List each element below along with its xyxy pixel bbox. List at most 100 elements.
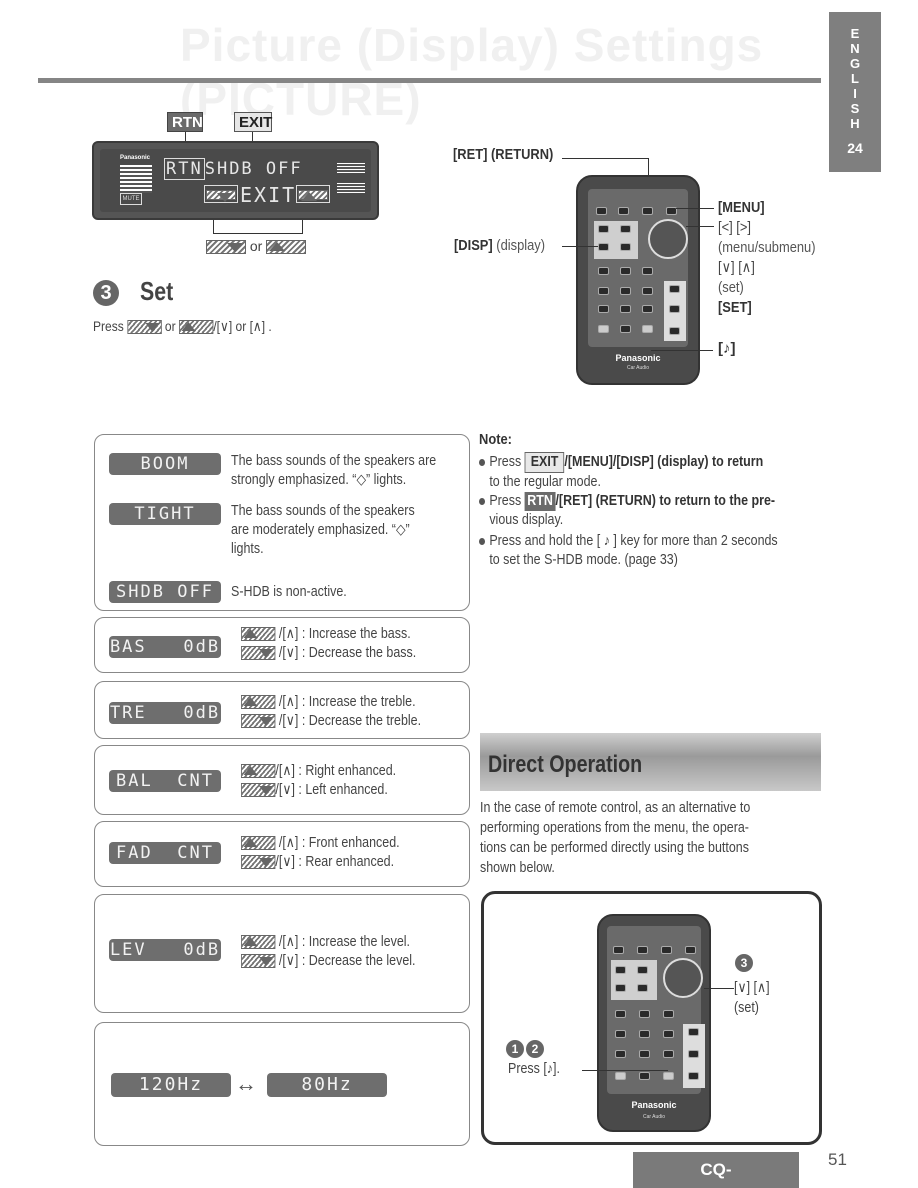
remote-note-key[interactable]: [663, 1072, 674, 1080]
remote-vol-up[interactable]: [669, 285, 680, 293]
callout-line: [562, 246, 598, 247]
remote-key-8[interactable]: [620, 305, 631, 313]
note-item: Press RTN/[RET] (RETURN) to return to th…: [479, 492, 775, 530]
display-120hz: 120Hz: [111, 1073, 231, 1097]
boom-description: The bass sounds of the speakers are stro…: [231, 452, 436, 490]
remote-key-9[interactable]: [663, 1050, 674, 1058]
lcd-exit[interactable]: EXIT: [240, 183, 296, 207]
remote-button[interactable]: [618, 207, 629, 215]
rtn-tag: RTN: [524, 492, 556, 511]
step12-callout: Press [♪].: [508, 1061, 560, 1077]
remote-key-2[interactable]: [620, 267, 631, 275]
treble-down-text: /[∨] : Decrease the treble.: [278, 713, 422, 729]
remote-key-0[interactable]: [639, 1072, 650, 1080]
up-hatch-icon: [241, 627, 276, 642]
remote-key-4[interactable]: [598, 287, 609, 295]
remote-joystick[interactable]: [648, 219, 688, 259]
desc-line: strongly emphasized. “◇” lights.: [231, 472, 407, 488]
remote-button[interactable]: [596, 207, 607, 215]
language-letter: H: [850, 116, 860, 131]
display-level: LEV 0dB: [109, 939, 221, 961]
remote-key-7[interactable]: [615, 1050, 626, 1058]
remote-key-5[interactable]: [639, 1030, 650, 1038]
body-line: shown below.: [480, 860, 555, 876]
remote-key-6[interactable]: [642, 287, 653, 295]
desc-line: The bass sounds of the speakers: [231, 503, 415, 519]
remote-button[interactable]: [669, 327, 680, 335]
direct-operation-body: In the case of remote control, as an alt…: [480, 798, 750, 878]
page-title-ghost: Picture (Display) Settings (PICTURE): [180, 19, 764, 125]
remote-key-6[interactable]: [663, 1030, 674, 1038]
crossover-panel: 120Hz ↔ 80Hz: [94, 1022, 470, 1146]
remote-button[interactable]: [661, 946, 672, 954]
language-letter: I: [853, 86, 857, 101]
remote-note-key[interactable]: [642, 325, 653, 333]
bullet-icon: [479, 537, 486, 545]
remote-key-c[interactable]: [598, 325, 609, 333]
callout-line: [686, 226, 714, 227]
remote-button[interactable]: [620, 243, 631, 251]
level-down-text: /[∨] : Decrease the level.: [278, 953, 416, 969]
direct-operation-figure: Panasonic Car Audio 3 [∨] [∧] (set) 1 2 …: [481, 891, 822, 1145]
callout-line: [302, 220, 303, 234]
fader-instructions: /[∧] : Front enhanced. /[∨] : Rear enhan…: [241, 834, 400, 872]
remote-vol-down[interactable]: [669, 305, 680, 313]
remote-key-3[interactable]: [663, 1010, 674, 1018]
remote-key-1[interactable]: [598, 267, 609, 275]
remote-button[interactable]: [598, 225, 609, 233]
or-text: or: [249, 238, 263, 254]
remote-key-3[interactable]: [642, 267, 653, 275]
balance-down-text: /[∨] : Left enhanced.: [275, 782, 388, 798]
note-item: Press EXIT/[MENU]/[DISP] (display) to re…: [479, 452, 763, 492]
remote-vol-up[interactable]: [688, 1028, 699, 1036]
remote-vol-down[interactable]: [688, 1050, 699, 1058]
remote-key-5[interactable]: [620, 287, 631, 295]
lcd-up-key[interactable]: [296, 185, 330, 203]
bass-panel: BAS 0dB /[∧] : Increase the bass. /[∨] :…: [94, 617, 470, 673]
step-number-3: 3: [735, 954, 753, 972]
remote-button[interactable]: [615, 984, 626, 992]
remote-button[interactable]: [637, 946, 648, 954]
language-letter: G: [849, 56, 861, 71]
vol-button[interactable]: [120, 165, 152, 193]
level-panel: LEV 0dB /[∧] : Increase the level. /[∨] …: [94, 894, 470, 1013]
remote-key-1[interactable]: [615, 1010, 626, 1018]
remote-joystick[interactable]: [663, 958, 703, 998]
step-number-1: 1: [506, 1040, 524, 1058]
remote-control-image: Panasonic Car Audio: [576, 175, 700, 385]
ud-label: [∨] [∧]: [734, 980, 770, 996]
up-hatch-icon: [241, 935, 276, 950]
remote-disp-button[interactable]: [598, 243, 609, 251]
remote-key-0[interactable]: [620, 325, 631, 333]
remote-key-7[interactable]: [598, 305, 609, 313]
band-button[interactable]: [337, 183, 365, 193]
remote-button[interactable]: [685, 946, 696, 954]
remote-button[interactable]: [620, 225, 631, 233]
up-hatch-icon: [266, 240, 307, 255]
remote-key-9[interactable]: [642, 305, 653, 313]
remote-key-2[interactable]: [639, 1010, 650, 1018]
remote-button[interactable]: [688, 1072, 699, 1080]
remote-button[interactable]: [613, 946, 624, 954]
remote-ret-button[interactable]: [642, 207, 653, 215]
remote-button[interactable]: [637, 966, 648, 974]
step3-instruction: Press or /[∨] or [∧] .: [93, 318, 272, 335]
lcd-down-key[interactable]: [204, 185, 238, 203]
remote-key-c[interactable]: [615, 1072, 626, 1080]
mute-button[interactable]: MUTE: [120, 193, 142, 205]
step-number-3: 3: [93, 280, 119, 306]
down-hatch-icon: [206, 189, 236, 202]
shdb-mode-panel: BOOM The bass sounds of the speakers are…: [94, 434, 470, 611]
callout-line: [213, 233, 303, 234]
up-hatch-icon: [241, 695, 276, 710]
disp-paren: (display): [496, 237, 546, 254]
lcd-rtn[interactable]: RTN: [164, 158, 205, 180]
remote-key-4[interactable]: [615, 1030, 626, 1038]
display-tight: TIGHT: [109, 503, 221, 525]
remote-button[interactable]: [637, 984, 648, 992]
page-number: 51: [828, 1150, 847, 1169]
fader-panel: FAD CNT /[∧] : Front enhanced. /[∨] : Re…: [94, 821, 470, 887]
menu-button[interactable]: [337, 163, 365, 173]
remote-key-8[interactable]: [639, 1050, 650, 1058]
remote-button[interactable]: [615, 966, 626, 974]
